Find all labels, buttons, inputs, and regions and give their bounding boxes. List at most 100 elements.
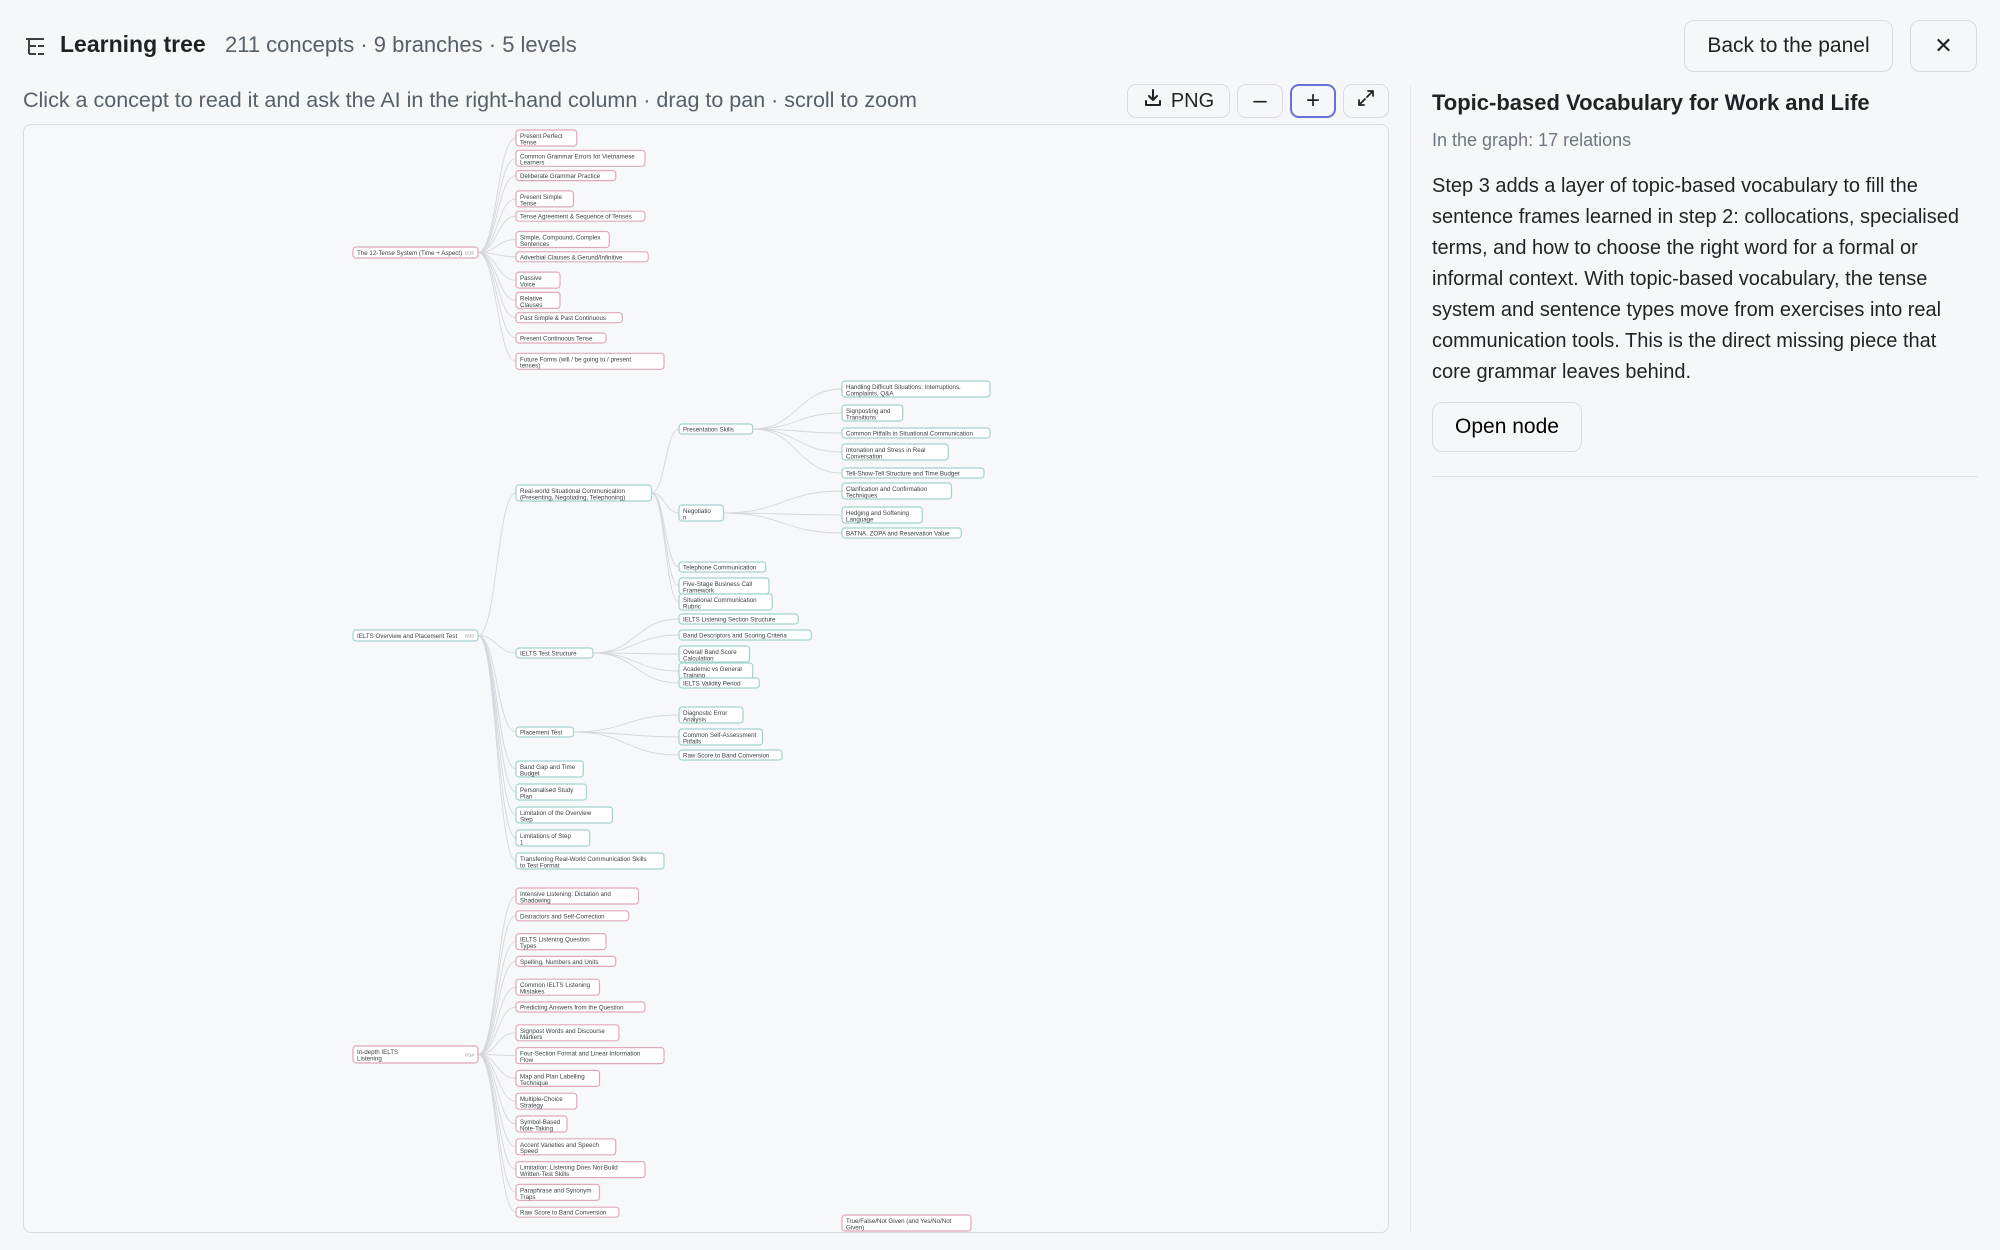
concept-node[interactable]: Telephone Communication <box>678 561 767 573</box>
concept-node[interactable]: Common Grammar Errors for Vietnamese Lear… <box>515 149 646 167</box>
close-button[interactable]: ✕ <box>1910 20 1977 72</box>
concept-node[interactable]: Limitation: Listening Does Not Build Writ… <box>515 1160 646 1179</box>
concept-node[interactable]: Five-Stage Business Call Framework <box>678 577 770 595</box>
edge <box>573 714 680 733</box>
concept-node[interactable]: True/False/Not Given (and Yes/No/Not Give… <box>841 1214 972 1232</box>
concept-node[interactable]: Common IELTS Listening Mistakes <box>515 978 601 996</box>
concept-node[interactable]: Tell-Show-Tell Structure and Time Budget <box>841 467 985 479</box>
concept-node-label: IELTS Test Structure <box>520 651 577 658</box>
concept-node-label: IELTS Listening Section Structure <box>683 617 776 624</box>
concept-node[interactable]: Paraphrase and Synonym Traps <box>515 1183 601 1202</box>
minus-icon: – <box>1253 87 1267 114</box>
concept-node-label: Spelling, Numbers and Units <box>520 959 598 966</box>
concept-node[interactable]: Academic vs General Training <box>678 662 754 680</box>
edge <box>752 412 843 430</box>
zoom-out-button[interactable]: – <box>1237 84 1283 118</box>
concept-node-label: Presentation Skills <box>683 427 734 434</box>
concept-node[interactable]: Accent Varieties and Speech Speed <box>515 1138 617 1156</box>
concept-node[interactable]: Raw Score to Band Conversion <box>515 1206 620 1218</box>
branch-node[interactable]: IELTS Overview and Placement Test 0/33 <box>352 629 479 642</box>
concept-node[interactable]: Limitation of the Overview Step <box>515 806 614 824</box>
node-relations: In the graph: 17 relations <box>1432 130 1632 150</box>
concept-node[interactable]: IELTS Validity Period <box>678 677 760 689</box>
edge <box>651 492 680 587</box>
open-node-button[interactable]: Open node <box>1432 402 1582 452</box>
fullscreen-button[interactable] <box>1343 84 1389 118</box>
concept-node[interactable]: Diagnostic Error Analysis <box>678 706 744 724</box>
concept-node-label: Raw Score to Band Conversion <box>683 753 770 760</box>
concept-node[interactable]: Band Descriptors and Scoring Criteria <box>678 629 812 641</box>
concept-node[interactable]: Situational Communication Rubric <box>678 593 773 611</box>
edge <box>592 634 680 654</box>
concept-node[interactable]: Spelling, Numbers and Units <box>515 955 617 968</box>
concept-node[interactable]: IELTS Listening Section Structure <box>678 613 799 625</box>
back-to-panel-button[interactable]: Back to the panel <box>1684 20 1893 72</box>
concept-node-label: Common Pitfalls in Situational Communica… <box>846 431 973 438</box>
graph-canvas[interactable]: Present Perfect Tense Common Grammar Error… <box>23 124 1389 1233</box>
concept-node[interactable]: Real-world Situational Communication (Pre… <box>515 484 653 502</box>
edge <box>477 175 517 253</box>
concept-node[interactable]: Raw Score to Band Conversion <box>678 749 783 761</box>
panel-divider <box>1410 86 1411 1233</box>
concept-node[interactable]: Tense Agreement & Sequence of Tenses <box>515 210 646 222</box>
concept-node[interactable]: Deliberate Grammar Practice <box>515 169 617 182</box>
concept-node[interactable]: IELTS Listening Question Types <box>515 932 607 951</box>
edge <box>477 1054 517 1171</box>
concept-node[interactable]: Present Perfect Tense <box>515 129 578 147</box>
concept-node[interactable]: Signpost Words and Discourse Markers <box>515 1024 620 1042</box>
branch-node[interactable]: In-depth IELTS Listening0/14 <box>352 1045 479 1064</box>
concept-node[interactable]: Overall Band Score Calculation <box>678 645 751 663</box>
concept-node[interactable]: Handling Difficult Situations: Interrupt… <box>841 380 991 398</box>
edge <box>477 215 517 253</box>
edge <box>477 492 517 636</box>
edge <box>477 1054 517 1193</box>
concept-node[interactable]: IELTS Test Structure <box>515 647 594 659</box>
concept-node[interactable]: BATNA, ZOPA and Reservation Value <box>841 527 962 539</box>
edge <box>477 635 517 816</box>
concept-node[interactable]: Symbol-Based Note-Taking <box>515 1115 568 1133</box>
zoom-in-button[interactable]: + <box>1290 84 1336 118</box>
concept-node[interactable]: Distractors and Self-Correction <box>515 910 630 922</box>
concept-node[interactable]: Passive Voice <box>515 271 561 289</box>
concept-node-label: Tense Agreement & Sequence of Tenses <box>520 214 632 221</box>
concept-node[interactable]: Map and Plan Labelling Technique <box>515 1069 601 1088</box>
concept-node[interactable]: Present Simple Tense <box>515 190 575 208</box>
concept-node[interactable]: Relative Clauses <box>515 291 561 309</box>
concept-node[interactable]: Adverbial Clauses & Gerund/Infinitive <box>515 251 649 263</box>
concept-node[interactable]: Placement Test <box>515 726 575 738</box>
concept-node[interactable]: Common Pitfalls in Situational Communica… <box>841 427 991 439</box>
concept-node[interactable]: Future Forms (will / be going to / prese… <box>515 352 665 370</box>
concept-node[interactable]: Common Self-Assessment Pitfalls <box>678 728 764 746</box>
concept-node[interactable]: Simple, Compound, Complex Sentences <box>515 230 610 249</box>
concept-node[interactable]: Transferring Real-World Communication Sk… <box>515 852 665 870</box>
concept-node[interactable]: Limitations of Step 1 <box>515 829 591 847</box>
concept-node[interactable]: Multiple-Choice Strategy <box>515 1092 578 1110</box>
branch-node-badge: 0/33 <box>465 634 474 639</box>
concept-node-label: Telephone Communication <box>683 565 757 572</box>
edge <box>477 635 517 793</box>
concept-node[interactable]: Past Simple & Past Continuous <box>515 312 623 324</box>
concept-node[interactable]: Present Continuous Tense <box>515 332 607 344</box>
branch-node[interactable]: The 12-Tense System (Time + Aspect) 0/15 <box>352 246 479 259</box>
concept-node[interactable]: Personalised Study Plan <box>515 783 588 801</box>
concept-node-label: Deliberate Grammar Practice <box>520 173 601 180</box>
concept-node[interactable]: Presentation Skills <box>678 423 754 435</box>
panel-separator <box>1432 476 1978 477</box>
concept-node[interactable]: Negotiatio n <box>678 504 725 522</box>
concept-node[interactable]: Clarification and Confirmation Techniques <box>841 482 953 500</box>
learning-tree-graph[interactable]: Present Perfect Tense Common Grammar Error… <box>24 125 1389 1233</box>
concept-node[interactable]: Band Gap and Time Budget <box>515 760 584 778</box>
concept-node[interactable]: Intonation and Stress in Real Conversatio… <box>841 443 949 461</box>
export-png-button[interactable]: PNG <box>1127 84 1230 118</box>
concept-node[interactable]: Hedging and Softening Language <box>841 506 923 524</box>
concept-node[interactable]: Predicting Answers from the Question <box>515 1001 646 1013</box>
concept-node-label: Relative Clauses <box>520 295 543 308</box>
concept-node-label: Real-world Situational Communication (Pre… <box>520 488 625 501</box>
concept-node[interactable]: Signposting and Transitions <box>841 404 904 422</box>
edge <box>573 731 680 756</box>
concept-node[interactable]: Intensive Listening: Dictation and Shadow… <box>515 887 640 905</box>
concept-node-label: Adverbial Clauses & Gerund/Infinitive <box>520 254 623 261</box>
concept-node[interactable]: Four-Section Format and Linear Informati… <box>515 1046 665 1065</box>
concept-node-label: Predicting Answers from the Question <box>520 1005 624 1012</box>
edge <box>592 652 680 684</box>
